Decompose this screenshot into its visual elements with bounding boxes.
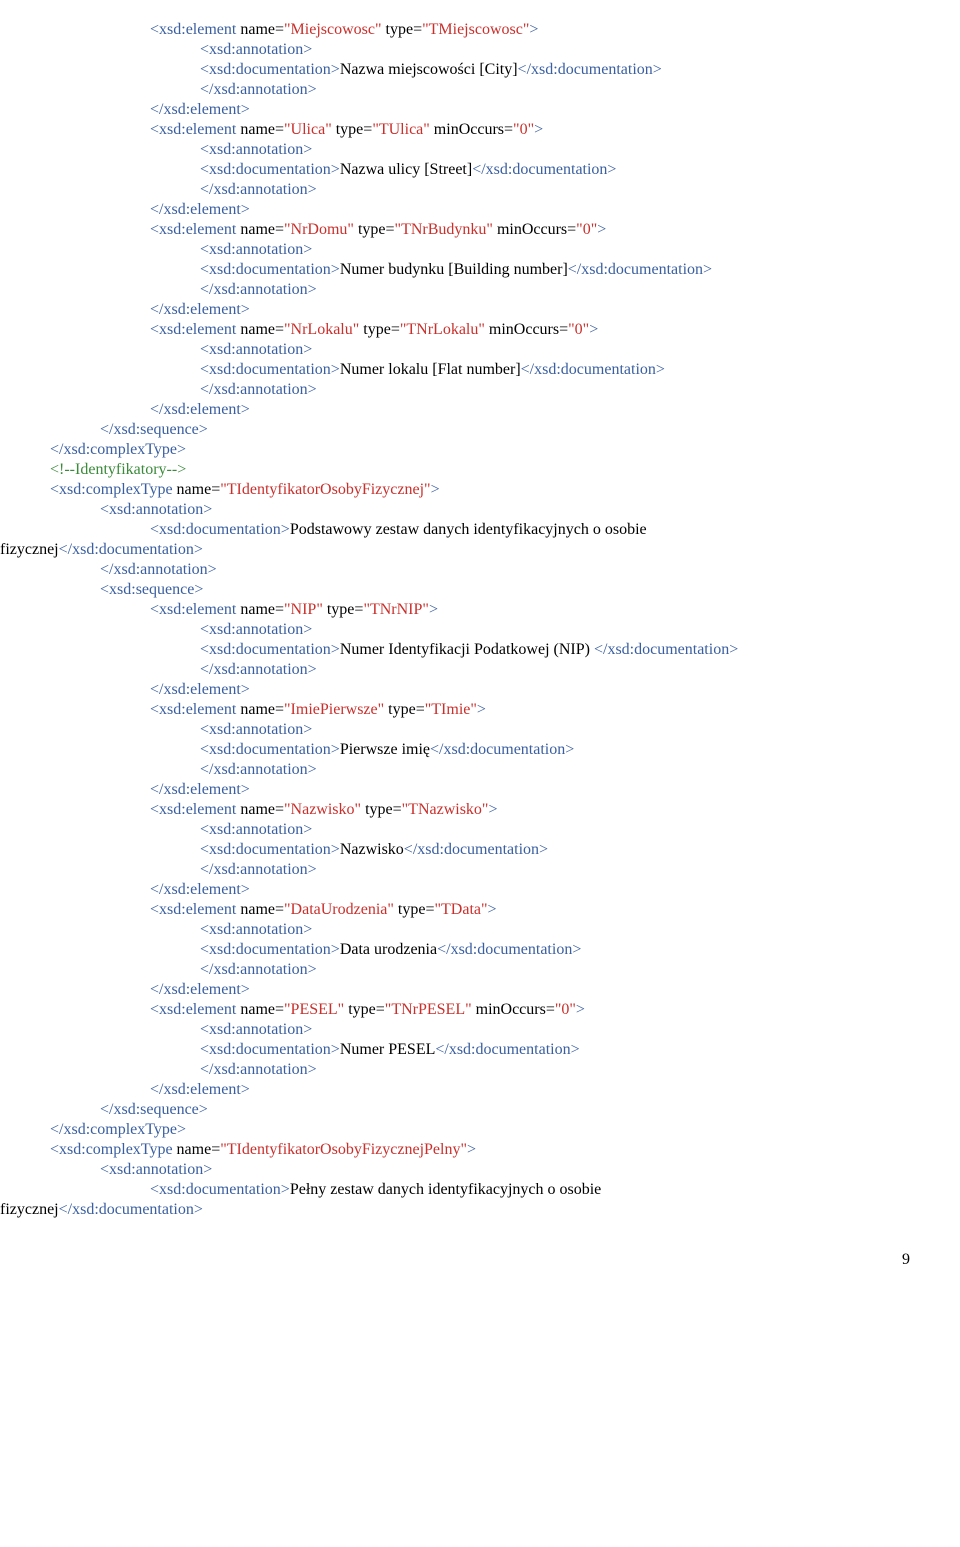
element-open: <xsd:element name="NIP" type="TNrNIP"> <box>150 600 910 620</box>
annotation-open: <xsd:annotation> <box>200 1020 910 1040</box>
documentation-cont: fizycznej</xsd:documentation> <box>0 540 910 560</box>
annotation-close: </xsd:annotation> <box>200 80 910 100</box>
element-close: </xsd:element> <box>150 1080 910 1100</box>
element-open: <xsd:element name="NrLokalu" type="TNrLo… <box>150 320 910 340</box>
complextype-open: <xsd:complexType name="TIdentyfikatorOso… <box>50 480 910 500</box>
documentation: <xsd:documentation>Pierwsze imię</xsd:do… <box>200 740 910 760</box>
annotation-open: <xsd:annotation> <box>100 500 910 520</box>
documentation: <xsd:documentation>Podstawowy zestaw dan… <box>150 520 910 540</box>
annotation-open: <xsd:annotation> <box>200 820 910 840</box>
documentation: <xsd:documentation>Data urodzenia</xsd:d… <box>200 940 910 960</box>
annotation-close: </xsd:annotation> <box>100 560 910 580</box>
comment: <!--Identyfikatory--> <box>50 460 910 480</box>
complextype-close: </xsd:complexType> <box>50 440 910 460</box>
element-close: </xsd:element> <box>150 880 910 900</box>
annotation-close: </xsd:annotation> <box>200 380 910 400</box>
element-close: </xsd:element> <box>150 100 910 120</box>
annotation-close: </xsd:annotation> <box>200 860 910 880</box>
annotation-close: </xsd:annotation> <box>200 760 910 780</box>
documentation-cont: fizycznej</xsd:documentation> <box>0 1200 910 1220</box>
element-close: </xsd:element> <box>150 300 910 320</box>
annotation-close: </xsd:annotation> <box>200 960 910 980</box>
element-close: </xsd:element> <box>150 980 910 1000</box>
element-open: <xsd:element name="Nazwisko" type="TNazw… <box>150 800 910 820</box>
element-open: <xsd:element name="NrDomu" type="TNrBudy… <box>150 220 910 240</box>
documentation: <xsd:documentation>Numer budynku [Buildi… <box>200 260 910 280</box>
page-number: 9 <box>50 1250 910 1270</box>
element-close: </xsd:element> <box>150 200 910 220</box>
annotation-open: <xsd:annotation> <box>200 40 910 60</box>
documentation: <xsd:documentation>Nazwa ulicy [Street]<… <box>200 160 910 180</box>
annotation-open: <xsd:annotation> <box>200 240 910 260</box>
annotation-open: <xsd:annotation> <box>200 620 910 640</box>
annotation-open: <xsd:annotation> <box>200 140 910 160</box>
annotation-open: <xsd:annotation> <box>200 920 910 940</box>
element-close: </xsd:element> <box>150 400 910 420</box>
documentation: <xsd:documentation>Nazwa miejscowości [C… <box>200 60 910 80</box>
documentation: <xsd:documentation>Numer lokalu [Flat nu… <box>200 360 910 380</box>
documentation: <xsd:documentation>Numer Identyfikacji P… <box>200 640 910 660</box>
annotation-open: <xsd:annotation> <box>100 1160 910 1180</box>
sequence-open: <xsd:sequence> <box>100 580 910 600</box>
annotation-close: </xsd:annotation> <box>200 1060 910 1080</box>
element-close: </xsd:element> <box>150 780 910 800</box>
annotation-open: <xsd:annotation> <box>200 720 910 740</box>
documentation: <xsd:documentation>Pełny zestaw danych i… <box>150 1180 910 1200</box>
documentation: <xsd:documentation>Nazwisko</xsd:documen… <box>200 840 910 860</box>
sequence-close: </xsd:sequence> <box>100 420 910 440</box>
xml-content: <xsd:element name="Miejscowosc" type="TM… <box>50 20 910 1220</box>
annotation-close: </xsd:annotation> <box>200 280 910 300</box>
complextype-open: <xsd:complexType name="TIdentyfikatorOso… <box>50 1140 910 1160</box>
annotation-close: </xsd:annotation> <box>200 660 910 680</box>
annotation-open: <xsd:annotation> <box>200 340 910 360</box>
element-open: <xsd:element name="DataUrodzenia" type="… <box>150 900 910 920</box>
documentation: <xsd:documentation>Numer PESEL</xsd:docu… <box>200 1040 910 1060</box>
element-close: </xsd:element> <box>150 680 910 700</box>
element-open: <xsd:element name="PESEL" type="TNrPESEL… <box>150 1000 910 1020</box>
element-open: <xsd:element name="Ulica" type="TUlica" … <box>150 120 910 140</box>
element-open: <xsd:element name="Miejscowosc" type="TM… <box>150 20 910 40</box>
annotation-close: </xsd:annotation> <box>200 180 910 200</box>
sequence-close: </xsd:sequence> <box>100 1100 910 1120</box>
element-open: <xsd:element name="ImiePierwsze" type="T… <box>150 700 910 720</box>
complextype-close: </xsd:complexType> <box>50 1120 910 1140</box>
